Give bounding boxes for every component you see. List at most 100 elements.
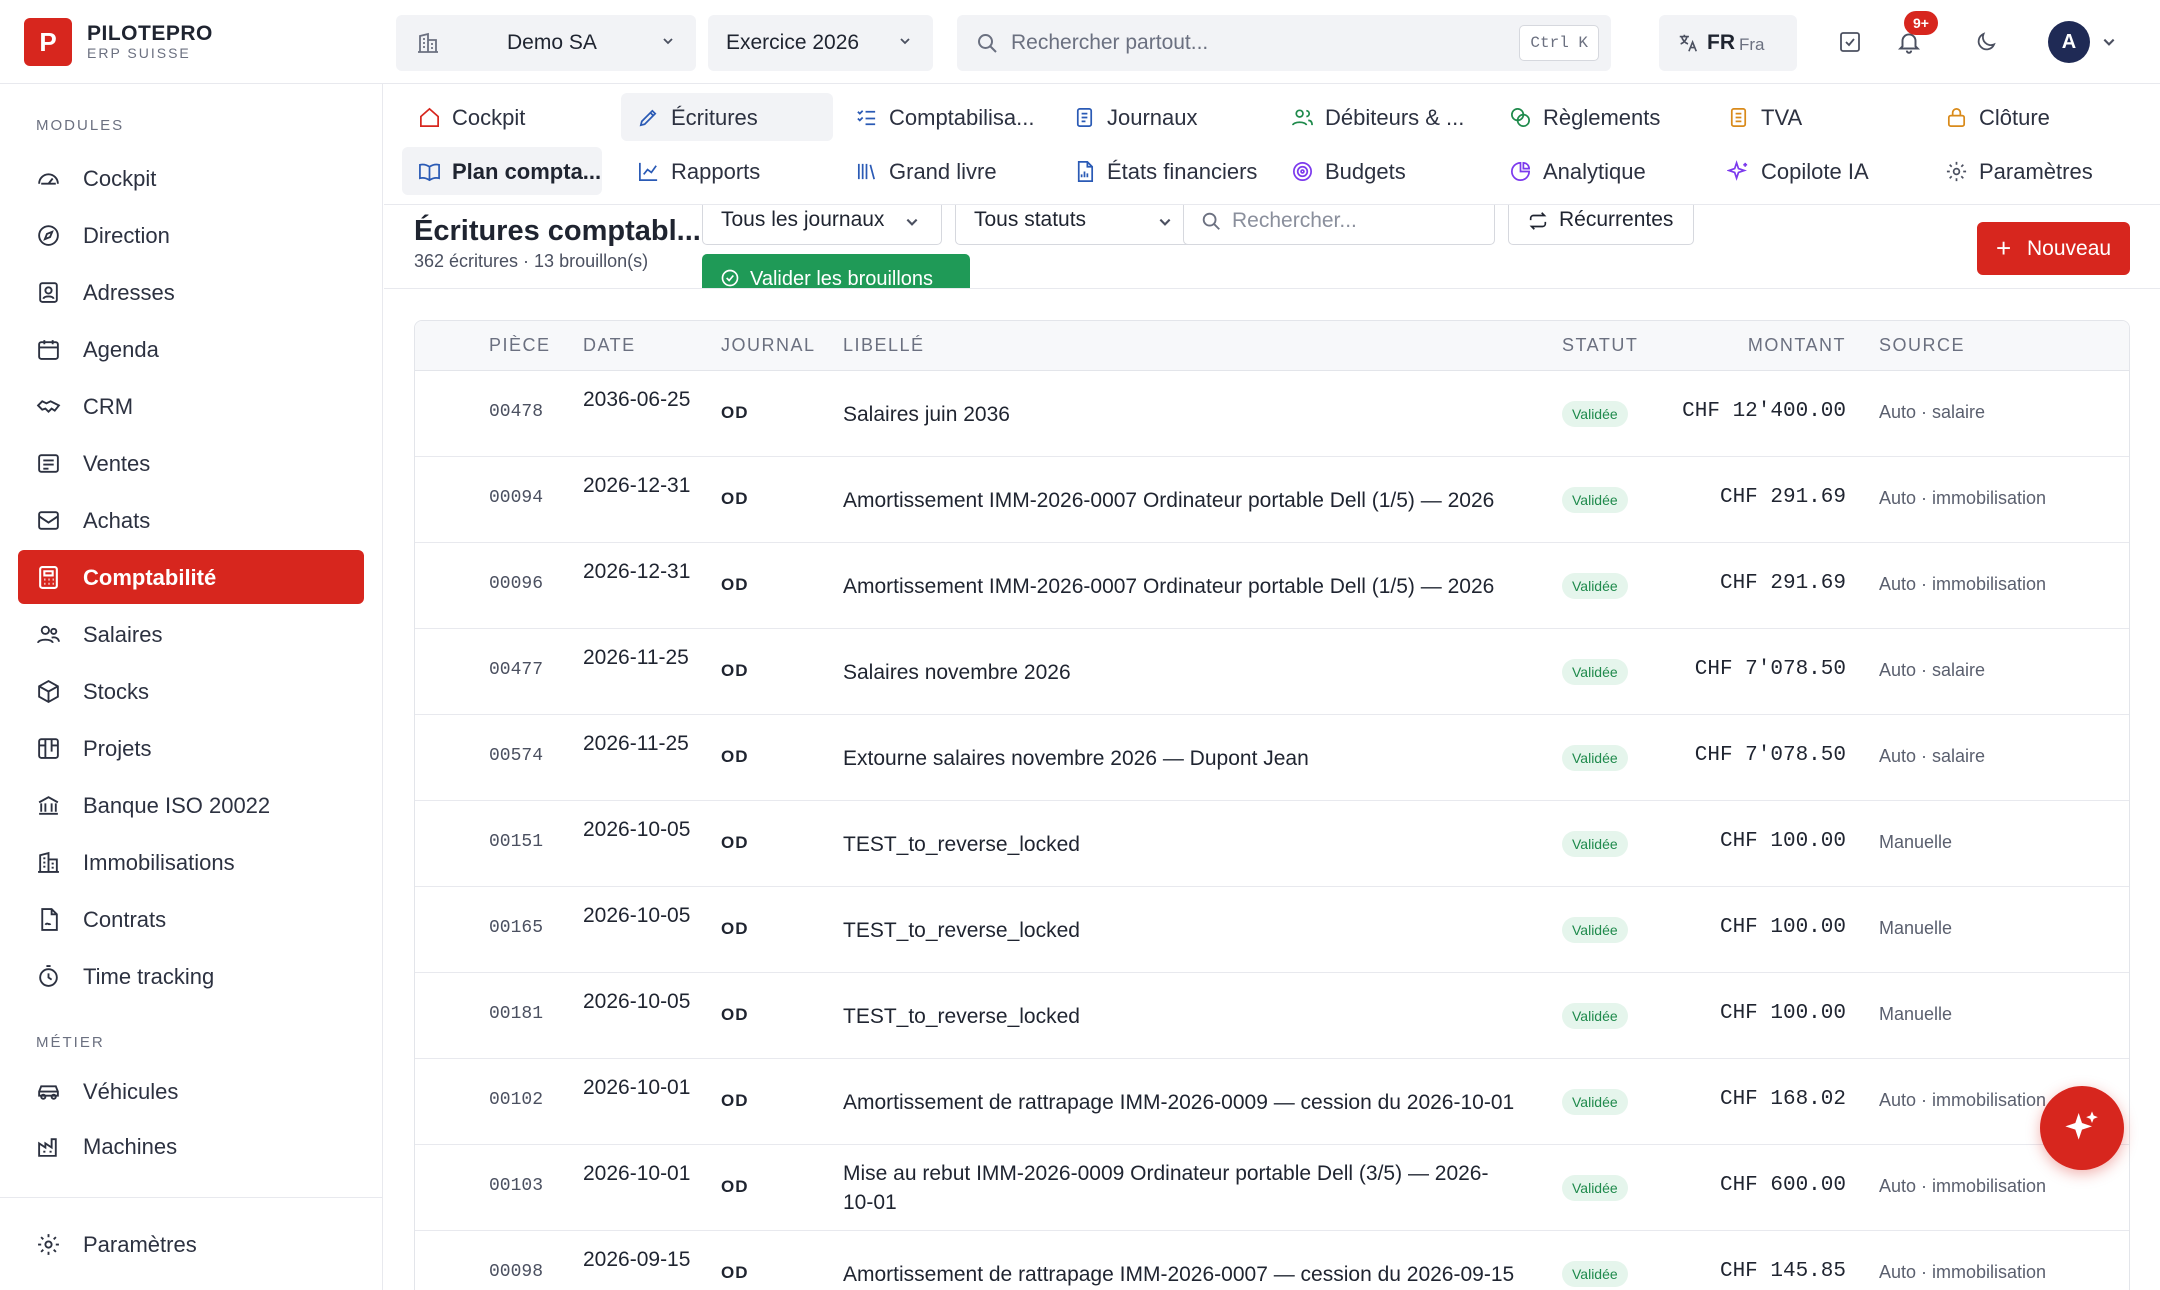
sidebar-item-vehicules[interactable]: Véhicules [18, 1064, 364, 1118]
tab-label: Grand livre [889, 159, 997, 184]
cell-piece: 00098 [489, 1262, 544, 1282]
cell-journal: OD [721, 1263, 749, 1282]
cell-amount: CHF 168.02 [1719, 1088, 1846, 1111]
tab-cockpit[interactable]: Cockpit [402, 93, 602, 141]
ai-assistant-button[interactable] [2040, 1086, 2124, 1170]
journal-filter-select[interactable]: Tous les journaux [702, 205, 942, 245]
theme-toggle-button[interactable] [1966, 22, 2006, 62]
table-row[interactable]: 00181 2026-10-05 OD TEST_to_reverse_lock… [415, 973, 2129, 1059]
notebook-icon [1076, 108, 1093, 127]
sidebar-item-comptabilite[interactable]: Comptabilité [18, 550, 364, 604]
sidebar-item-label: CRM [83, 394, 134, 419]
table-row[interactable]: 00094 2026-12-31 OD Amortissement IMM-20… [415, 457, 2129, 543]
language-select[interactable]: FR Fra [1659, 15, 1797, 71]
cell-label: Salaires novembre 2026 [843, 661, 1071, 684]
table-row[interactable]: 00102 2026-10-01 OD Amortissement de rat… [415, 1059, 2129, 1145]
table-row[interactable]: 00478 2036-06-25 OD Salaires juin 2036 V… [415, 371, 2129, 457]
column-header-source[interactable]: SOURCE [1879, 335, 1965, 356]
chevron-down-icon[interactable] [2102, 35, 2116, 49]
sidebar-item-banque[interactable]: Banque ISO 20022 [18, 778, 364, 832]
tab-comptabilisation[interactable]: Comptabilisa... [839, 93, 1051, 141]
tab-copilote-ia[interactable]: Copilote IA [1711, 147, 1923, 195]
fiscal-year-select[interactable]: Exercice 2026 [708, 15, 933, 71]
table-row[interactable]: 00096 2026-12-31 OD Amortissement IMM-20… [415, 543, 2129, 629]
repeat-icon [1529, 212, 1547, 230]
chevron-down-icon [663, 38, 673, 45]
table-row[interactable]: 00477 2026-11-25 OD Salaires novembre 20… [415, 629, 2129, 715]
users-icon [1292, 109, 1313, 126]
tab-rapports[interactable]: Rapports [621, 147, 833, 195]
cell-source: Manuelle [1879, 1004, 1953, 1024]
table-row[interactable]: 00098 2026-09-15 OD Amortissement de rat… [415, 1231, 2129, 1290]
tab-journaux[interactable]: Journaux [1057, 93, 1269, 141]
sidebar-item-parametres[interactable]: Paramètres [18, 1217, 364, 1271]
status-badge: Validée [1562, 745, 1628, 771]
sidebar-item-label: Direction [83, 223, 170, 248]
user-avatar[interactable]: A [2048, 21, 2090, 63]
tab-cloture[interactable]: Clôture [1929, 93, 2141, 141]
new-entry-button[interactable]: + Nouveau [1977, 222, 2130, 275]
chevron-down-icon [900, 38, 910, 45]
column-header-journal[interactable]: JOURNAL [721, 335, 816, 356]
status-badge: Validée [1562, 1003, 1628, 1029]
entries-search-input[interactable] [1232, 206, 1482, 236]
car-icon [38, 1085, 59, 1100]
sidebar-item-crm[interactable]: CRM [18, 379, 364, 433]
column-header-amount[interactable]: MONTANT [1748, 335, 1846, 356]
company-select[interactable]: Demo SA [396, 15, 696, 71]
sidebar-item-label: Stocks [83, 679, 150, 704]
sidebar-item-ventes[interactable]: Ventes [18, 436, 364, 490]
tab-plan-comptable[interactable]: Plan compta... [402, 147, 602, 195]
table-row[interactable]: 00165 2026-10-05 OD TEST_to_reverse_lock… [415, 887, 2129, 973]
tab-etats-financiers[interactable]: États financiers [1057, 147, 1269, 195]
table-row[interactable]: 00151 2026-10-05 OD TEST_to_reverse_lock… [415, 801, 2129, 887]
cell-source: Auto · immobilisation [1879, 574, 2047, 594]
cell-date: 2026-11-25 [583, 646, 689, 669]
sidebar-item-cockpit[interactable]: Cockpit [18, 151, 364, 205]
gauge-icon [38, 173, 59, 185]
sidebar-item-label: Paramètres [83, 1232, 197, 1257]
status-badge: Validée [1562, 573, 1628, 599]
sidebar-item-adresses[interactable]: Adresses [18, 265, 364, 319]
tasks-button[interactable] [1830, 22, 1870, 62]
column-header-date[interactable]: DATE [583, 335, 636, 356]
validate-drafts-button[interactable]: Valider les brouillons [702, 254, 970, 288]
sidebar-item-time-tracking[interactable]: Time tracking [18, 949, 364, 1003]
column-header-label[interactable]: LIBELLÉ [843, 335, 925, 356]
table-row[interactable]: 00574 2026-11-25 OD Extourne salaires no… [415, 715, 2129, 801]
status-badge: Validée [1562, 1175, 1628, 1201]
cell-amount: CHF 600.00 [1719, 1174, 1846, 1197]
tab-parametres[interactable]: Paramètres [1929, 147, 2141, 195]
gear-icon [38, 1234, 59, 1255]
sidebar-item-achats[interactable]: Achats [18, 493, 364, 547]
cell-piece: 00477 [489, 660, 544, 680]
tab-reglements[interactable]: Règlements [1493, 93, 1705, 141]
box-icon [38, 680, 59, 703]
sidebar-item-direction[interactable]: Direction [18, 208, 364, 262]
sidebar-item-label: Adresses [83, 280, 175, 305]
tab-grand-livre[interactable]: Grand livre [839, 147, 1051, 195]
tab-analytique[interactable]: Analytique [1493, 147, 1705, 195]
sidebar-item-contrats[interactable]: Contrats [18, 892, 364, 946]
sidebar-item-immobilisations[interactable]: Immobilisations [18, 835, 364, 889]
sidebar-item-machines[interactable]: Machines [18, 1119, 364, 1173]
column-header-piece[interactable]: PIÈCE [489, 335, 551, 356]
tab-ecritures[interactable]: Écritures [621, 93, 833, 141]
company-name: Demo SA [507, 31, 597, 54]
recurrent-entries-button[interactable]: Récurrentes [1508, 205, 1694, 245]
status-filter-select[interactable]: Tous statuts [955, 205, 1195, 245]
sidebar-item-agenda[interactable]: Agenda [18, 322, 364, 376]
table-row[interactable]: 00103 2026-10-01 OD Mise au rebut IMM-20… [415, 1145, 2129, 1231]
column-header-status[interactable]: STATUT [1562, 335, 1638, 356]
page-header: Écritures comptabl... 362 écritures · 13… [384, 205, 2160, 289]
chevron-down-icon [906, 218, 918, 226]
tab-debiteurs[interactable]: Débiteurs & ... [1275, 93, 1487, 141]
global-search-input[interactable] [1011, 27, 1471, 59]
brand-logo[interactable]: P [24, 18, 72, 66]
sidebar-item-projets[interactable]: Projets [18, 721, 364, 775]
tab-tva[interactable]: TVA [1711, 93, 1923, 141]
sidebar-item-salaires[interactable]: Salaires [18, 607, 364, 661]
tab-budgets[interactable]: Budgets [1275, 147, 1487, 195]
cell-source: Auto · salaire [1879, 660, 1986, 680]
sidebar-item-stocks[interactable]: Stocks [18, 664, 364, 718]
